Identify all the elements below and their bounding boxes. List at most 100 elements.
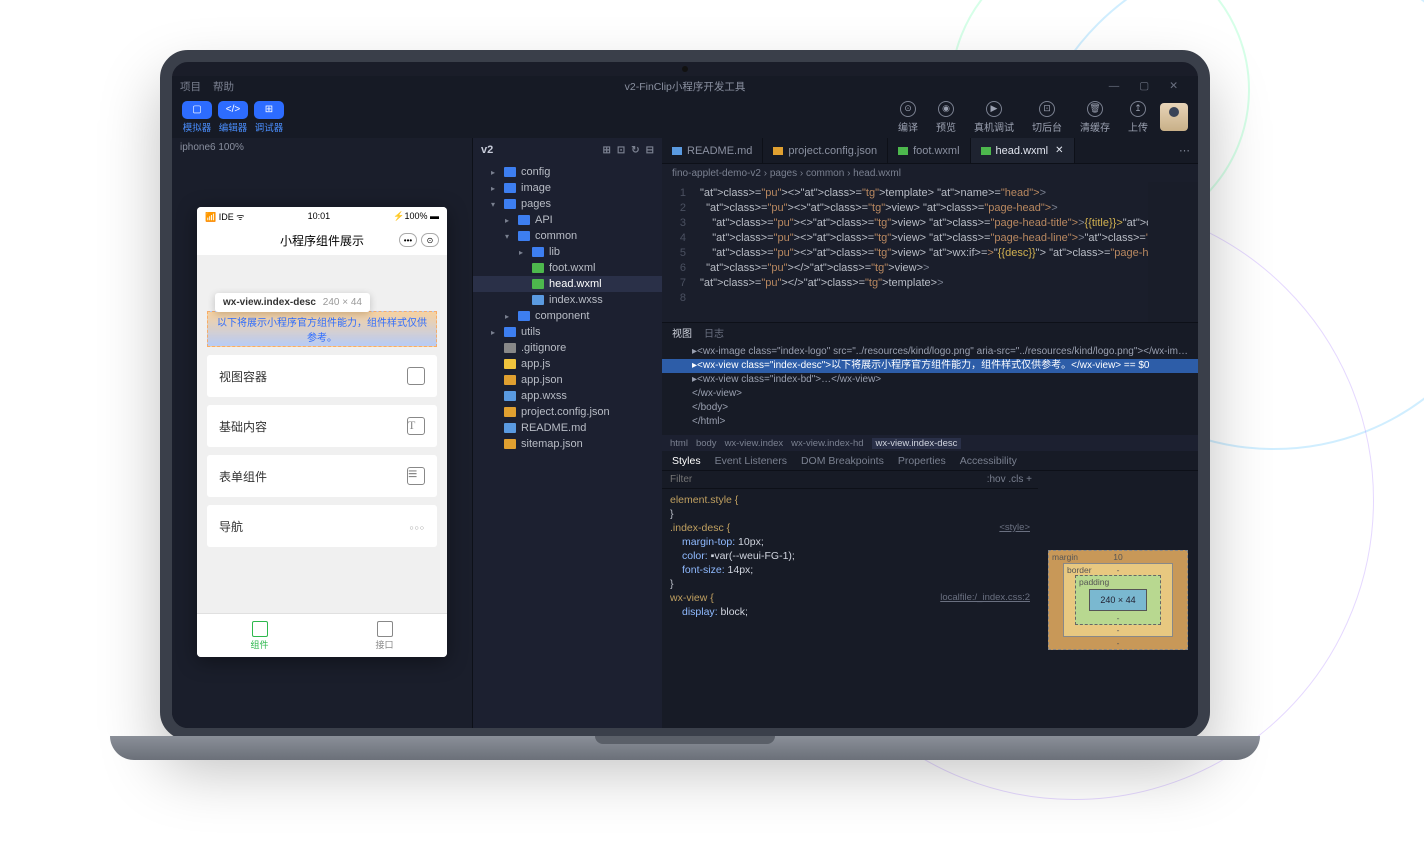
box-content-size: 240 × 44 (1089, 589, 1147, 611)
tab-components[interactable]: 组件 (197, 614, 322, 657)
upload-icon: ↥ (1130, 101, 1146, 117)
ide-window: 项目 帮助 v2-FinClip小程序开发工具 — ▢ ✕ ▢ 模拟器 (172, 76, 1198, 728)
subtab-styles[interactable]: Styles (672, 455, 701, 467)
tab-api[interactable]: 接口 (322, 614, 447, 657)
tool-preview[interactable]: ◉预览 (936, 101, 956, 134)
form-icon (407, 467, 425, 485)
tree-item-README.md[interactable]: README.md (473, 420, 662, 436)
list-item[interactable]: 表单组件 (207, 455, 437, 497)
capsule-menu-icon[interactable]: ••• (399, 233, 417, 247)
list-item[interactable]: 基础内容 (207, 405, 437, 447)
toolbar: ▢ 模拟器 </> 编辑器 ⊞ 调试器 ⊙编译 ◉预览 ▶真机调试 (172, 96, 1198, 138)
tree-item-project.config.json[interactable]: project.config.json (473, 404, 662, 420)
subtab-event-listeners[interactable]: Event Listeners (715, 455, 787, 467)
subtab-accessibility[interactable]: Accessibility (960, 455, 1017, 467)
device-info[interactable]: iphone6 100% (172, 138, 472, 157)
tool-remote-debug[interactable]: ▶真机调试 (974, 101, 1014, 134)
user-avatar[interactable] (1160, 103, 1188, 131)
background-icon: ⊡ (1039, 101, 1055, 117)
tree-item-index.wxss[interactable]: index.wxss (473, 292, 662, 308)
tree-item-lib[interactable]: ▸lib (473, 244, 662, 260)
subtab-dom-breakpoints[interactable]: DOM Breakpoints (801, 455, 884, 467)
tree-item-app.js[interactable]: app.js (473, 356, 662, 372)
file-tree[interactable]: ▸config▸image▾pages▸API▾common▸lib foot.… (473, 162, 662, 728)
mode-editor[interactable]: </> 编辑器 (218, 101, 248, 134)
dom-breadcrumb[interactable]: html body wx-view.index wx-view.index-hd wx-… (662, 435, 1198, 451)
dom-crumb[interactable]: wx-view.index-desc (872, 438, 962, 449)
preview-icon: ◉ (938, 101, 954, 117)
dom-crumb[interactable]: html (670, 438, 688, 449)
compile-icon: ⊙ (900, 101, 916, 117)
list-item[interactable]: 视图容器 (207, 355, 437, 397)
tree-item-head.wxml[interactable]: head.wxml (473, 276, 662, 292)
remote-debug-icon: ▶ (986, 101, 1002, 117)
maximize-icon[interactable]: ▢ (1139, 80, 1149, 92)
styles-filter-input[interactable] (662, 474, 981, 485)
tree-item-app.json[interactable]: app.json (473, 372, 662, 388)
tree-item-sitemap.json[interactable]: sitemap.json (473, 436, 662, 452)
tool-upload[interactable]: ↥上传 (1128, 101, 1148, 134)
refresh-icon[interactable]: ↻ (631, 145, 639, 156)
laptop-base (110, 736, 1260, 760)
collapse-icon[interactable]: ⊟ (646, 145, 654, 156)
tree-item-pages[interactable]: ▾pages (473, 196, 662, 212)
minimize-icon[interactable]: — (1109, 80, 1120, 92)
phone-mockup: 📶 IDE ᯤ 10:01 ⚡100% ▬ 小程序组件展示 ••• ⊙ (197, 207, 447, 657)
dom-crumb[interactable]: body (696, 438, 717, 449)
new-file-icon[interactable]: ⊞ (602, 145, 610, 156)
tool-background[interactable]: ⊡切后台 (1032, 101, 1062, 134)
minimap[interactable] (1148, 182, 1198, 322)
window-title: v2-FinClip小程序开发工具 (625, 79, 746, 94)
tree-item-.gitignore[interactable]: .gitignore (473, 340, 662, 356)
menubar: 项目 帮助 v2-FinClip小程序开发工具 — ▢ ✕ (172, 76, 1198, 96)
container-icon (407, 367, 425, 385)
tool-clear-cache[interactable]: 🗑清缓存 (1080, 101, 1110, 134)
simulator-panel: iphone6 100% 📶 IDE ᯤ 10:01 ⚡100% ▬ 小程序组件… (172, 138, 472, 728)
devtools-subtabs: Styles Event Listeners DOM Breakpoints P… (662, 451, 1198, 471)
tool-compile[interactable]: ⊙编译 (898, 101, 918, 134)
tree-item-app.wxss[interactable]: app.wxss (473, 388, 662, 404)
tree-item-image[interactable]: ▸image (473, 180, 662, 196)
mode-simulator[interactable]: ▢ 模拟器 (182, 101, 212, 134)
phone-tabbar: 组件 接口 (197, 613, 447, 657)
file-tree-panel: v2 ⊞ ⊡ ↻ ⊟ ▸config▸image▾pages▸API▾commo… (472, 138, 662, 728)
tree-item-config[interactable]: ▸config (473, 164, 662, 180)
editor-tab-head.wxml[interactable]: head.wxml✕ (971, 138, 1075, 163)
clear-cache-icon: 🗑 (1087, 101, 1103, 117)
subtab-properties[interactable]: Properties (898, 455, 946, 467)
tree-item-API[interactable]: ▸API (473, 212, 662, 228)
tab-log[interactable]: 日志 (704, 325, 724, 340)
tab-view[interactable]: 视图 (672, 325, 692, 340)
components-icon (252, 621, 268, 637)
menu-help[interactable]: 帮助 (213, 79, 234, 94)
breadcrumb[interactable]: fino-applet-demo-v2 › pages › common › h… (662, 164, 1198, 182)
tree-item-foot.wxml[interactable]: foot.wxml (473, 260, 662, 276)
capsule-close-icon[interactable]: ⊙ (421, 233, 439, 247)
filter-controls[interactable]: :hov .cls + (981, 474, 1038, 485)
menu-project[interactable]: 项目 (180, 79, 201, 94)
close-icon[interactable]: ✕ (1169, 80, 1178, 92)
tree-item-common[interactable]: ▾common (473, 228, 662, 244)
inspected-element[interactable]: 以下将展示小程序官方组件能力，组件样式仅供参考。 (207, 311, 437, 347)
mode-debugger[interactable]: ⊞ 调试器 (254, 101, 284, 134)
dom-crumb[interactable]: wx-view.index (725, 438, 784, 449)
tree-item-component[interactable]: ▸component (473, 308, 662, 324)
devtools-panel: 视图 日志 ▸<wx-image class="index-logo" src=… (662, 322, 1198, 728)
window-controls: — ▢ ✕ (1109, 80, 1190, 92)
tabs-more-icon[interactable]: ⋯ (1171, 144, 1198, 157)
code-editor[interactable]: 12345678 "at">class>="pu"><>"at">class>=… (662, 182, 1198, 322)
editor-tab-foot.wxml[interactable]: foot.wxml (888, 138, 970, 163)
editor-tab-project.config.json[interactable]: project.config.json (763, 138, 888, 163)
tree-item-utils[interactable]: ▸utils (473, 324, 662, 340)
list-item[interactable]: 导航 (207, 505, 437, 547)
styles-column: :hov .cls + element.style { } <style>.in… (662, 471, 1038, 728)
code-body[interactable]: "at">class>="pu"><>"at">class>="tg">temp… (694, 182, 1148, 322)
css-rules[interactable]: element.style { } <style>.index-desc { m… (662, 489, 1038, 728)
new-folder-icon[interactable]: ⊡ (617, 145, 625, 156)
api-icon (377, 621, 393, 637)
phone-body: wx-view.index-desc 240 × 44 以下将展示小程序官方组件… (197, 255, 447, 613)
editor-tab-README.md[interactable]: README.md (662, 138, 763, 163)
mode-buttons: ▢ 模拟器 </> 编辑器 ⊞ 调试器 (182, 101, 284, 134)
dom-crumb[interactable]: wx-view.index-hd (791, 438, 863, 449)
dom-tree[interactable]: ▸<wx-image class="index-logo" src="../re… (662, 341, 1198, 435)
